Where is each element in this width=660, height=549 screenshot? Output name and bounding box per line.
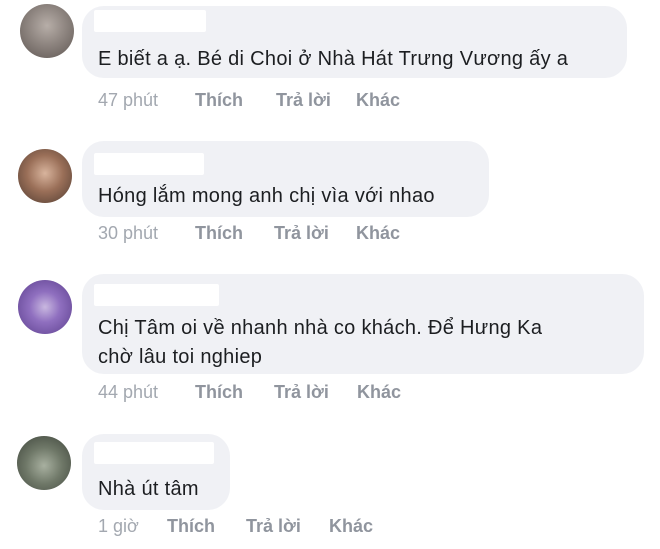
comment-bubble: Nhà út tâm [82, 434, 230, 510]
reply-button[interactable]: Trả lời [246, 514, 301, 538]
more-button[interactable]: Khác [357, 380, 401, 404]
author-name[interactable] [94, 442, 214, 464]
comment-item: Chị Tâm oi về nhanh nhà co khách. Để Hưn… [0, 268, 660, 418]
like-button[interactable]: Thích [167, 514, 215, 538]
avatar[interactable] [18, 149, 72, 203]
comment-text-line-2: chờ lâu toi nghiep [98, 346, 263, 368]
more-button[interactable]: Khác [356, 221, 400, 245]
comment-text: E biết a ạ. Bé di Choi ở Nhà Hát Trưng V… [98, 48, 569, 70]
reply-button[interactable]: Trả lời [276, 88, 331, 112]
timestamp[interactable]: 30 phút [98, 221, 158, 245]
comment-bubble: E biết a ạ. Bé di Choi ở Nhà Hát Trưng V… [82, 6, 627, 78]
reply-button[interactable]: Trả lời [274, 221, 329, 245]
author-name[interactable] [94, 284, 219, 306]
more-button[interactable]: Khác [356, 88, 400, 112]
comment-text: Hóng lắm mong anh chị vìa với nhao [98, 185, 435, 207]
timestamp[interactable]: 1 giờ [98, 514, 139, 538]
avatar[interactable] [18, 280, 72, 334]
avatar[interactable] [17, 436, 71, 490]
reply-button[interactable]: Trả lời [274, 380, 329, 404]
comment-item: Hóng lắm mong anh chị vìa với nhao 30 ph… [0, 135, 660, 255]
more-button[interactable]: Khác [329, 514, 373, 538]
comment-bubble: Chị Tâm oi về nhanh nhà co khách. Để Hưn… [82, 274, 644, 374]
comment-bubble: Hóng lắm mong anh chị vìa với nhao [82, 141, 489, 217]
avatar[interactable] [20, 4, 74, 58]
comment-text-line-1: Chị Tâm oi về nhanh nhà co khách. Để Hưn… [98, 317, 543, 339]
like-button[interactable]: Thích [195, 221, 243, 245]
like-button[interactable]: Thích [195, 88, 243, 112]
author-name[interactable] [94, 153, 204, 175]
author-name[interactable] [94, 10, 206, 32]
timestamp[interactable]: 47 phút [98, 88, 158, 112]
comment-item: Nhà út tâm 1 giờ Thích Trả lời Khác [0, 428, 660, 549]
timestamp[interactable]: 44 phút [98, 380, 158, 404]
comment-text: Nhà út tâm [98, 478, 199, 500]
comment-thread: E biết a ạ. Bé di Choi ở Nhà Hát Trưng V… [0, 0, 660, 549]
like-button[interactable]: Thích [195, 380, 243, 404]
comment-item: E biết a ạ. Bé di Choi ở Nhà Hát Trưng V… [0, 0, 660, 120]
